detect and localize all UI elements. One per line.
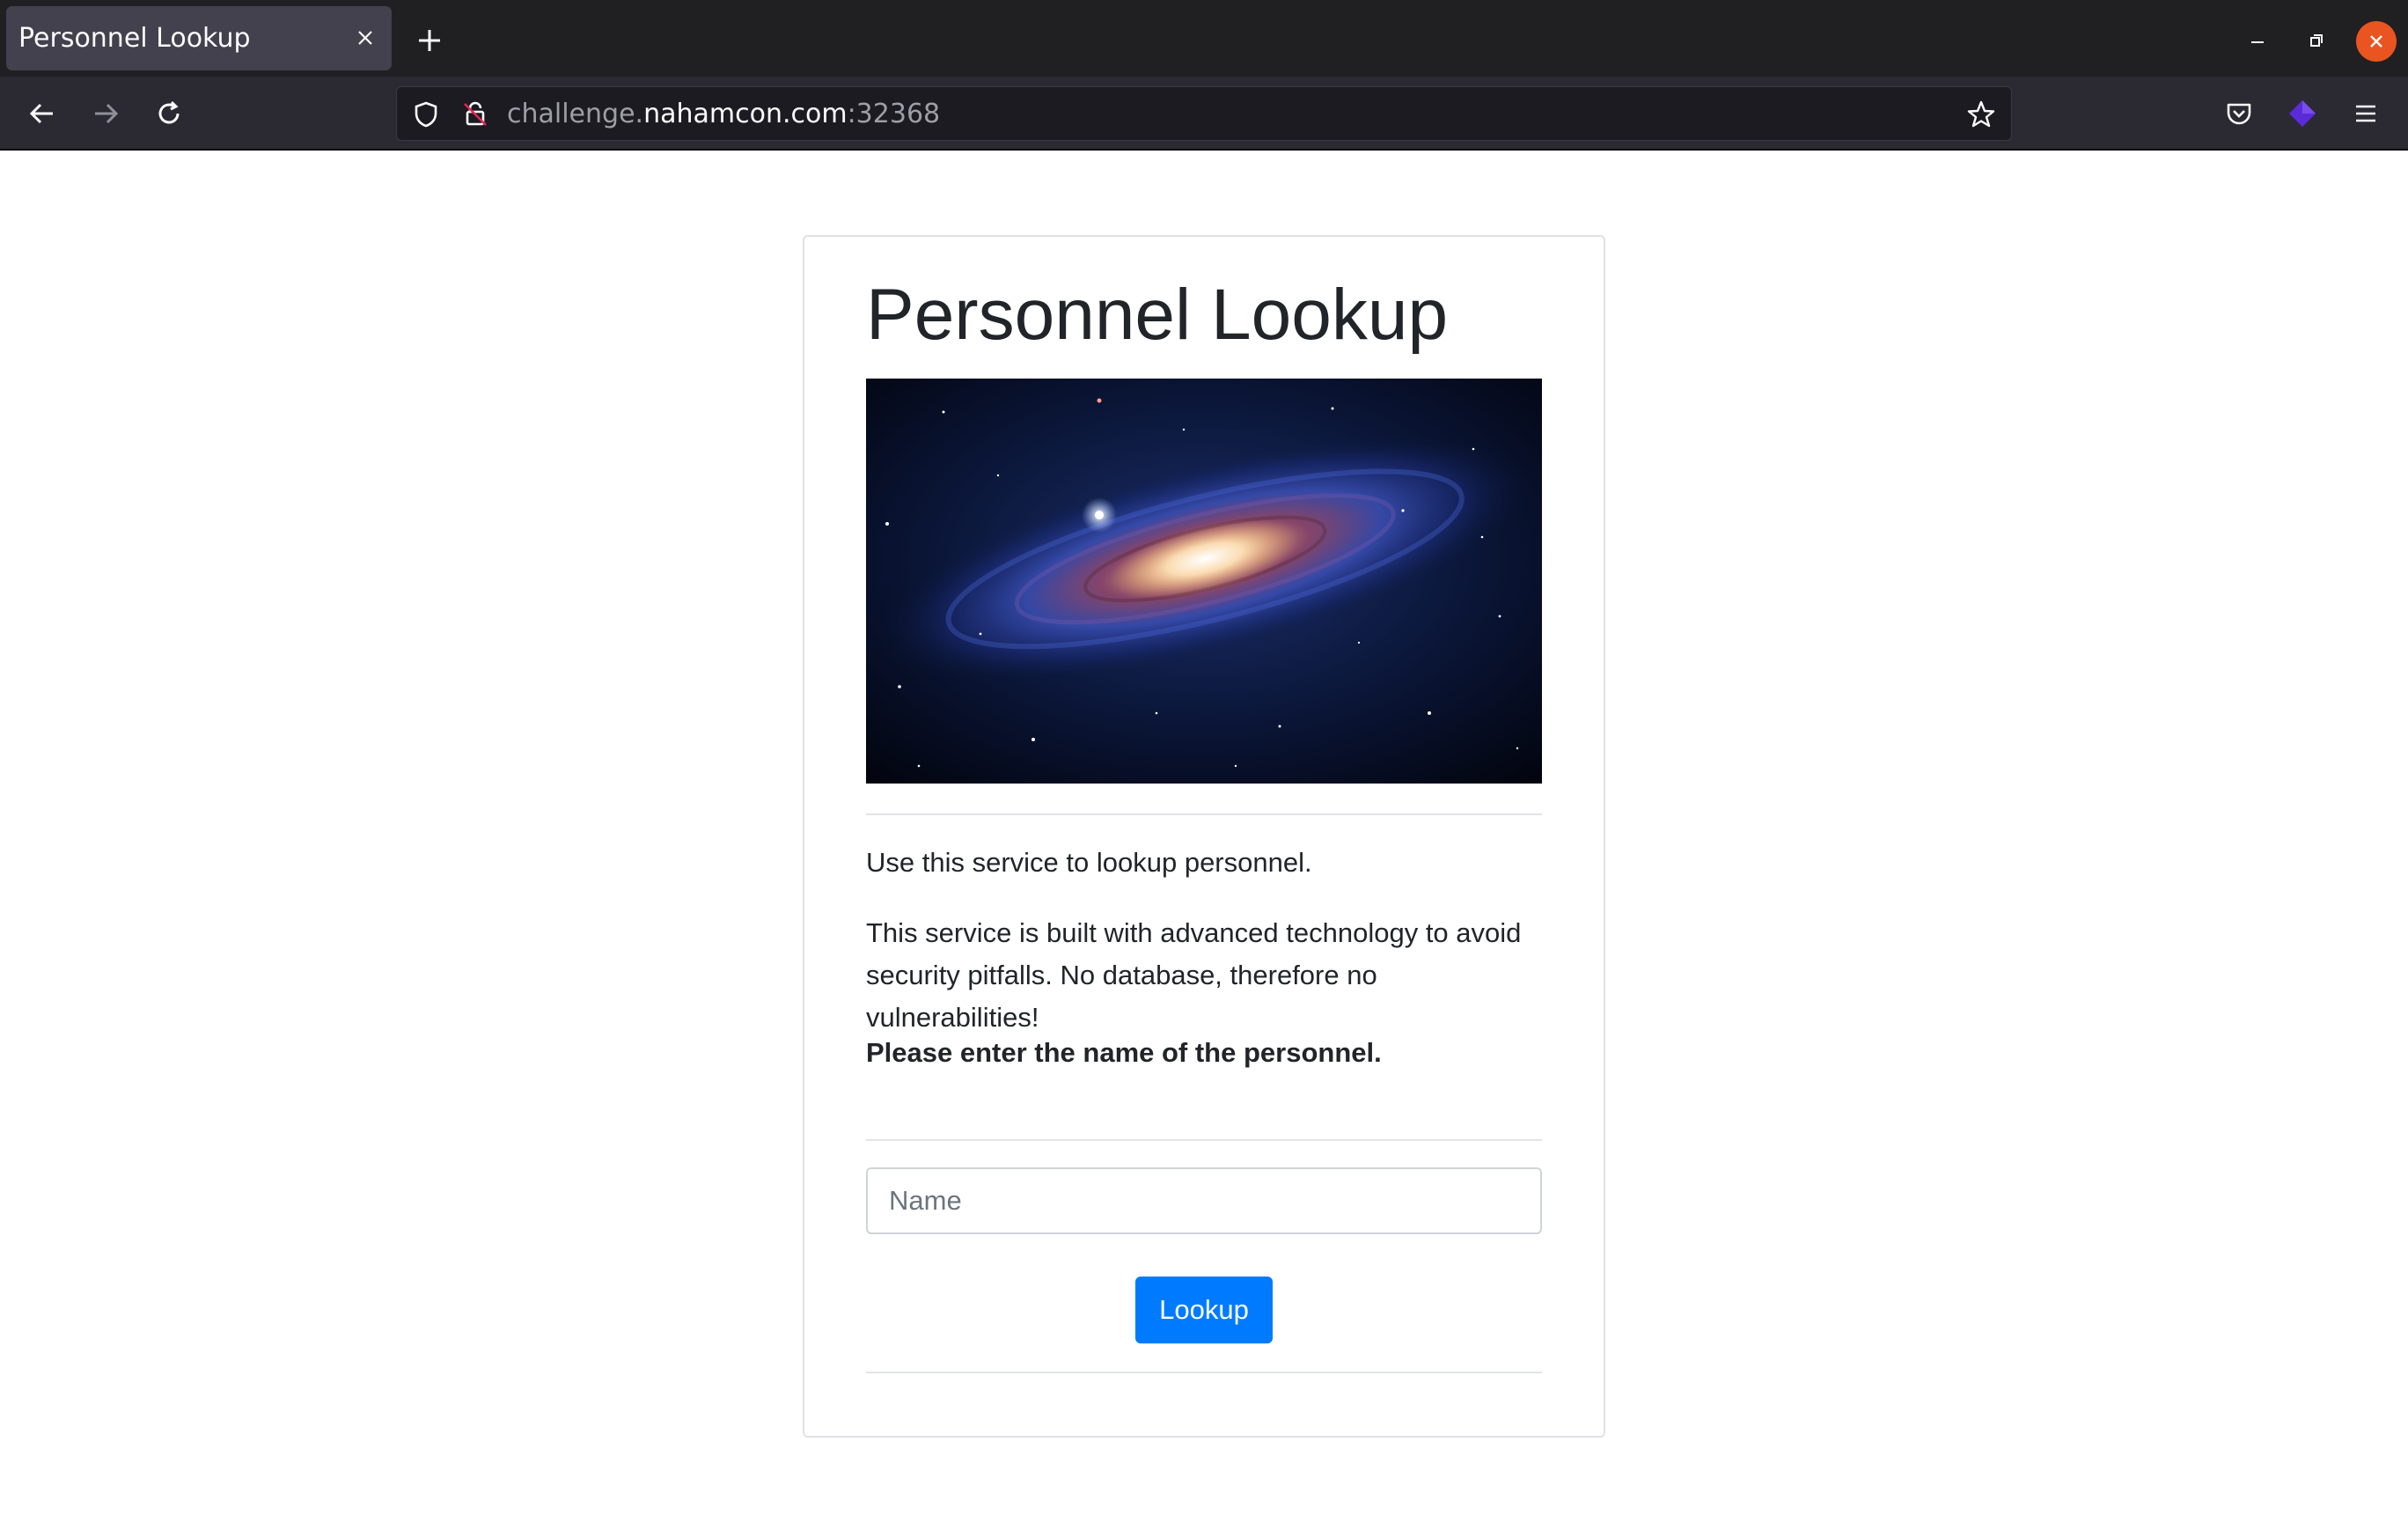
divider [866, 813, 1542, 815]
reload-icon[interactable] [151, 96, 187, 131]
description-text: This service is built with advanced tech… [866, 917, 1522, 1033]
tab-personnel-lookup[interactable]: Personnel Lookup [6, 6, 392, 70]
lookup-card: Personnel Lookup Use this service to loo… [803, 235, 1605, 1438]
restore-icon[interactable] [2299, 23, 2334, 58]
hamburger-menu-icon[interactable] [2348, 96, 2383, 131]
tab-bar: Personnel Lookup [0, 0, 2408, 77]
lock-icon[interactable] [459, 98, 492, 131]
intro-text: Use this service to lookup personnel. [866, 847, 1312, 878]
minimize-icon[interactable] [2240, 23, 2275, 58]
divider [866, 1372, 1542, 1373]
url-port: :32368 [847, 99, 941, 129]
navigation-toolbar: challenge.nahamcon.com:32368 [0, 77, 2408, 151]
close-icon [2370, 35, 2382, 48]
extension-icon[interactable] [2285, 96, 2320, 131]
divider [866, 1139, 1542, 1141]
close-icon[interactable] [349, 22, 381, 54]
pocket-icon[interactable] [2221, 96, 2257, 131]
url-host: nahamcon.com [643, 99, 848, 129]
url-text: challenge.nahamcon.com:32368 [507, 87, 940, 142]
url-subdomain: challenge. [507, 99, 644, 129]
prompt-text: Please enter the name of the personnel. [866, 1037, 1382, 1068]
page-title: Personnel Lookup [866, 275, 1449, 355]
star-icon[interactable] [1964, 97, 1999, 132]
galaxy-image [866, 379, 1542, 784]
forward-arrow-icon[interactable] [88, 96, 123, 131]
name-input[interactable] [866, 1167, 1542, 1234]
back-arrow-icon[interactable] [25, 96, 60, 131]
plus-icon[interactable] [412, 23, 447, 58]
tab-title: Personnel Lookup [18, 23, 251, 54]
lookup-button[interactable]: Lookup [1135, 1277, 1273, 1343]
shield-icon[interactable] [409, 98, 443, 131]
url-bar[interactable]: challenge.nahamcon.com:32368 [396, 86, 2012, 141]
window-close-button[interactable] [2356, 21, 2397, 62]
